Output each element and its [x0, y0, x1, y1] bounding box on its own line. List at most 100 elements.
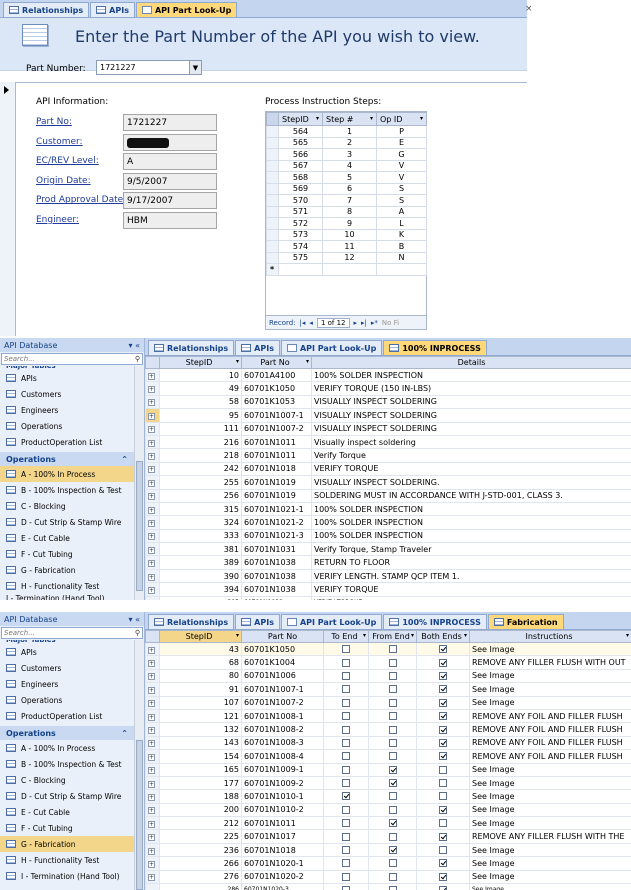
cell[interactable]: 154 [159, 749, 242, 764]
expand-icon[interactable]: + [148, 519, 155, 527]
row-selector[interactable]: + [145, 842, 160, 858]
cell[interactable]: 572 [278, 217, 323, 230]
cell[interactable]: 566 [278, 148, 323, 161]
nav-item-operations[interactable]: Operations [0, 418, 134, 434]
nav-item-h-functionality-test[interactable]: H - Functionality Test [0, 578, 134, 594]
row-selector[interactable]: + [145, 695, 160, 710]
cell[interactable]: 7 [322, 194, 377, 207]
cell[interactable]: 60701N1038 [241, 568, 312, 584]
table-row[interactable]: +58 60701K1053 VISUALLY INSPECT SOLDERING [145, 394, 631, 410]
checkbox[interactable] [388, 779, 397, 788]
table-row[interactable]: +242 60701N1018 VERIFY TORQUE [145, 461, 631, 477]
checkbox[interactable] [342, 832, 350, 841]
nav-pane-header[interactable]: API Database ▾ « [0, 338, 144, 352]
nav-item-productoperation-list[interactable]: ProductOperation List [0, 434, 134, 450]
checkbox-cell[interactable] [323, 842, 369, 858]
column-header-step[interactable]: Step # ▾ [322, 112, 377, 126]
checkbox-cell[interactable] [416, 869, 470, 885]
row-selector[interactable] [266, 205, 279, 218]
cell[interactable]: 4 [322, 159, 377, 172]
cell[interactable]: 100% SOLDER INSPECTION [311, 367, 631, 383]
inprocess-datasheet[interactable]: StepID ▾ Part No ▾ Details +10 60701A4100 100%… [145, 356, 631, 600]
group-operations[interactable]: Operations ⌃ [0, 452, 134, 466]
checkbox[interactable] [342, 846, 350, 855]
row-selector[interactable]: + [145, 829, 160, 844]
cell[interactable]: VERIFY TORQUE [311, 582, 631, 597]
expand-icon[interactable]: + [148, 466, 155, 474]
cell[interactable] [376, 263, 427, 276]
table-row[interactable]: +165 60701N1009-1 See Image [145, 762, 631, 777]
no-filter-indicator[interactable]: No Fi [382, 319, 399, 327]
column-header-details[interactable]: Details [311, 356, 631, 369]
checkbox-cell[interactable] [323, 883, 369, 890]
cell[interactable]: See Image [469, 762, 631, 777]
cell[interactable]: 394 [159, 582, 242, 597]
row-selector[interactable]: + [145, 775, 160, 791]
cell[interactable]: 60701N1008-4 [241, 749, 324, 764]
column-header-to-end[interactable]: To End ▾ [323, 630, 369, 643]
nav-item-h-functionality-test[interactable]: H - Functionality Test [0, 852, 134, 868]
table-row[interactable]: +255 60701N1019 VISUALLY INSPECT SOLDERING… [145, 475, 631, 490]
nav-item-c-blocking[interactable]: C - Blocking [0, 772, 134, 788]
cell[interactable]: 324 [159, 515, 242, 530]
checkbox[interactable] [388, 819, 397, 828]
checkbox[interactable] [439, 645, 447, 654]
nav-item-i-termination-hand-tool[interactable]: I - Termination (Hand Tool) [0, 868, 134, 884]
expand-icon[interactable]: + [148, 560, 155, 568]
checkbox[interactable] [439, 712, 447, 721]
table-row[interactable]: +212 60701N1011 See Image [145, 816, 631, 831]
table-row[interactable]: +390 60701N1038 VERIFY LENGTH. STAMP QCP I… [145, 568, 631, 584]
cell[interactable]: 60701N1031 [241, 542, 312, 557]
cell[interactable]: See Image [469, 695, 631, 710]
row-selector[interactable] [266, 251, 279, 264]
table-row[interactable]: +333 60701N1021-3 100% SOLDER INSPECTION [145, 528, 631, 544]
cell[interactable]: See Image [469, 789, 631, 804]
checkbox[interactable] [342, 698, 350, 707]
expand-icon[interactable]: + [148, 767, 155, 775]
nav-pane-header[interactable]: API Database ▾ « [0, 612, 144, 626]
checkbox-cell[interactable] [323, 682, 369, 697]
checkbox-cell[interactable] [368, 749, 417, 764]
cell[interactable]: 60701N1011 [241, 434, 312, 450]
cell[interactable]: 100% SOLDER INSPECTION [311, 515, 631, 530]
checkbox[interactable] [439, 779, 447, 788]
table-row[interactable]: +95 60701N1007-1 VISUALLY INSPECT SOLDERIN… [145, 408, 631, 423]
cell[interactable]: VERIFY TORQUE [311, 461, 631, 477]
cell[interactable]: 60701N1021-1 [241, 501, 312, 517]
cell[interactable]: 60701N1018 [241, 842, 324, 858]
table-row[interactable]: +256 60701N1019 SOLDERING MUST IN ACCORDAN… [145, 488, 631, 503]
cell[interactable]: 218 [159, 448, 242, 463]
checkbox-cell[interactable] [323, 708, 369, 724]
cell[interactable]: Verify Torque, Stamp Traveler [311, 542, 631, 557]
cell[interactable]: G [376, 148, 427, 161]
checkbox[interactable] [388, 738, 397, 747]
checkbox-cell[interactable] [368, 816, 417, 831]
checkbox-cell[interactable] [323, 829, 369, 844]
cell[interactable]: 111 [159, 421, 242, 436]
cell[interactable]: 60701N1038 [241, 555, 312, 570]
table-row[interactable]: +188 60701N1010-1 See Image [145, 789, 631, 804]
checkbox[interactable] [342, 805, 350, 814]
checkbox-cell[interactable] [368, 641, 417, 657]
cell[interactable]: 60701N1007-2 [241, 695, 324, 710]
expand-icon[interactable]: + [148, 372, 155, 380]
expand-icon[interactable]: + [148, 847, 155, 855]
cell[interactable]: 107 [159, 695, 242, 710]
cell[interactable]: REMOVE ANY FOIL AND FILLER FLUSH [469, 708, 631, 724]
sort-dropdown-icon[interactable]: ▾ [363, 632, 366, 639]
nav-scrollbar[interactable] [134, 640, 144, 890]
cell[interactable]: See Image [469, 816, 631, 831]
table-row[interactable]: 569 6 S [266, 182, 427, 195]
checkbox-cell[interactable] [368, 722, 417, 737]
sort-dropdown-icon[interactable]: ▾ [626, 632, 629, 639]
row-selector[interactable]: + [145, 869, 160, 885]
sort-dropdown-icon[interactable]: ▾ [236, 358, 239, 365]
checkbox-cell[interactable] [323, 655, 369, 670]
cell[interactable]: 60701N1038 [241, 595, 312, 600]
row-selector[interactable]: + [145, 555, 160, 570]
row-selector[interactable]: + [145, 421, 160, 436]
row-selector[interactable]: + [145, 408, 160, 423]
checkbox-cell[interactable] [416, 829, 470, 844]
cell[interactable]: See Image [469, 775, 631, 791]
cell[interactable]: 381 [159, 542, 242, 557]
